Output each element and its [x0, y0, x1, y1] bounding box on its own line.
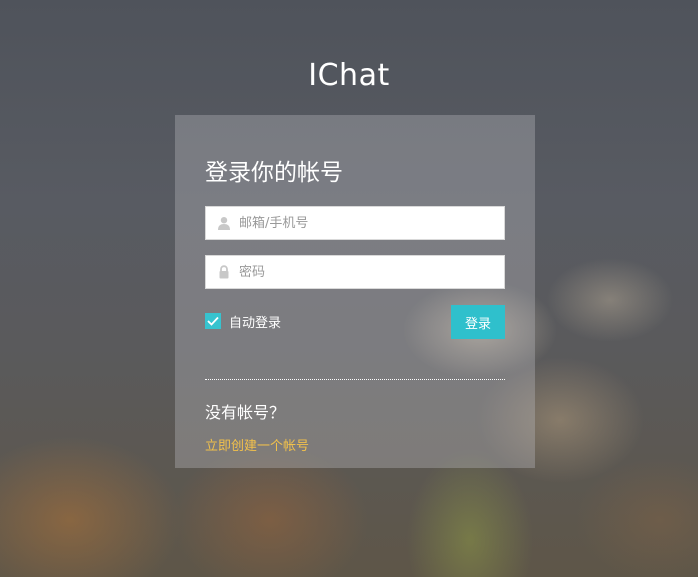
auto-login-option[interactable]: 自动登录	[205, 313, 282, 331]
password-input[interactable]	[239, 256, 499, 288]
login-button[interactable]: 登录	[451, 305, 505, 339]
app-brand: IChat	[308, 58, 390, 93]
auto-login-label: 自动登录	[229, 315, 282, 331]
login-heading: 登录你的帐号	[205, 160, 343, 186]
lock-icon	[219, 265, 229, 279]
login-card: 登录你的帐号 自动登录 登录 没有帐号？ 立即创建一个帐号	[175, 115, 535, 468]
divider	[205, 379, 505, 380]
create-account-link[interactable]: 立即创建一个帐号	[205, 435, 309, 454]
email-field[interactable]	[205, 206, 505, 240]
auto-login-checkbox[interactable]	[205, 313, 221, 329]
no-account-prompt: 没有帐号？	[205, 403, 286, 422]
password-field[interactable]	[205, 255, 505, 289]
email-input[interactable]	[239, 207, 499, 239]
checkmark-icon	[207, 316, 219, 326]
user-icon	[218, 217, 230, 230]
